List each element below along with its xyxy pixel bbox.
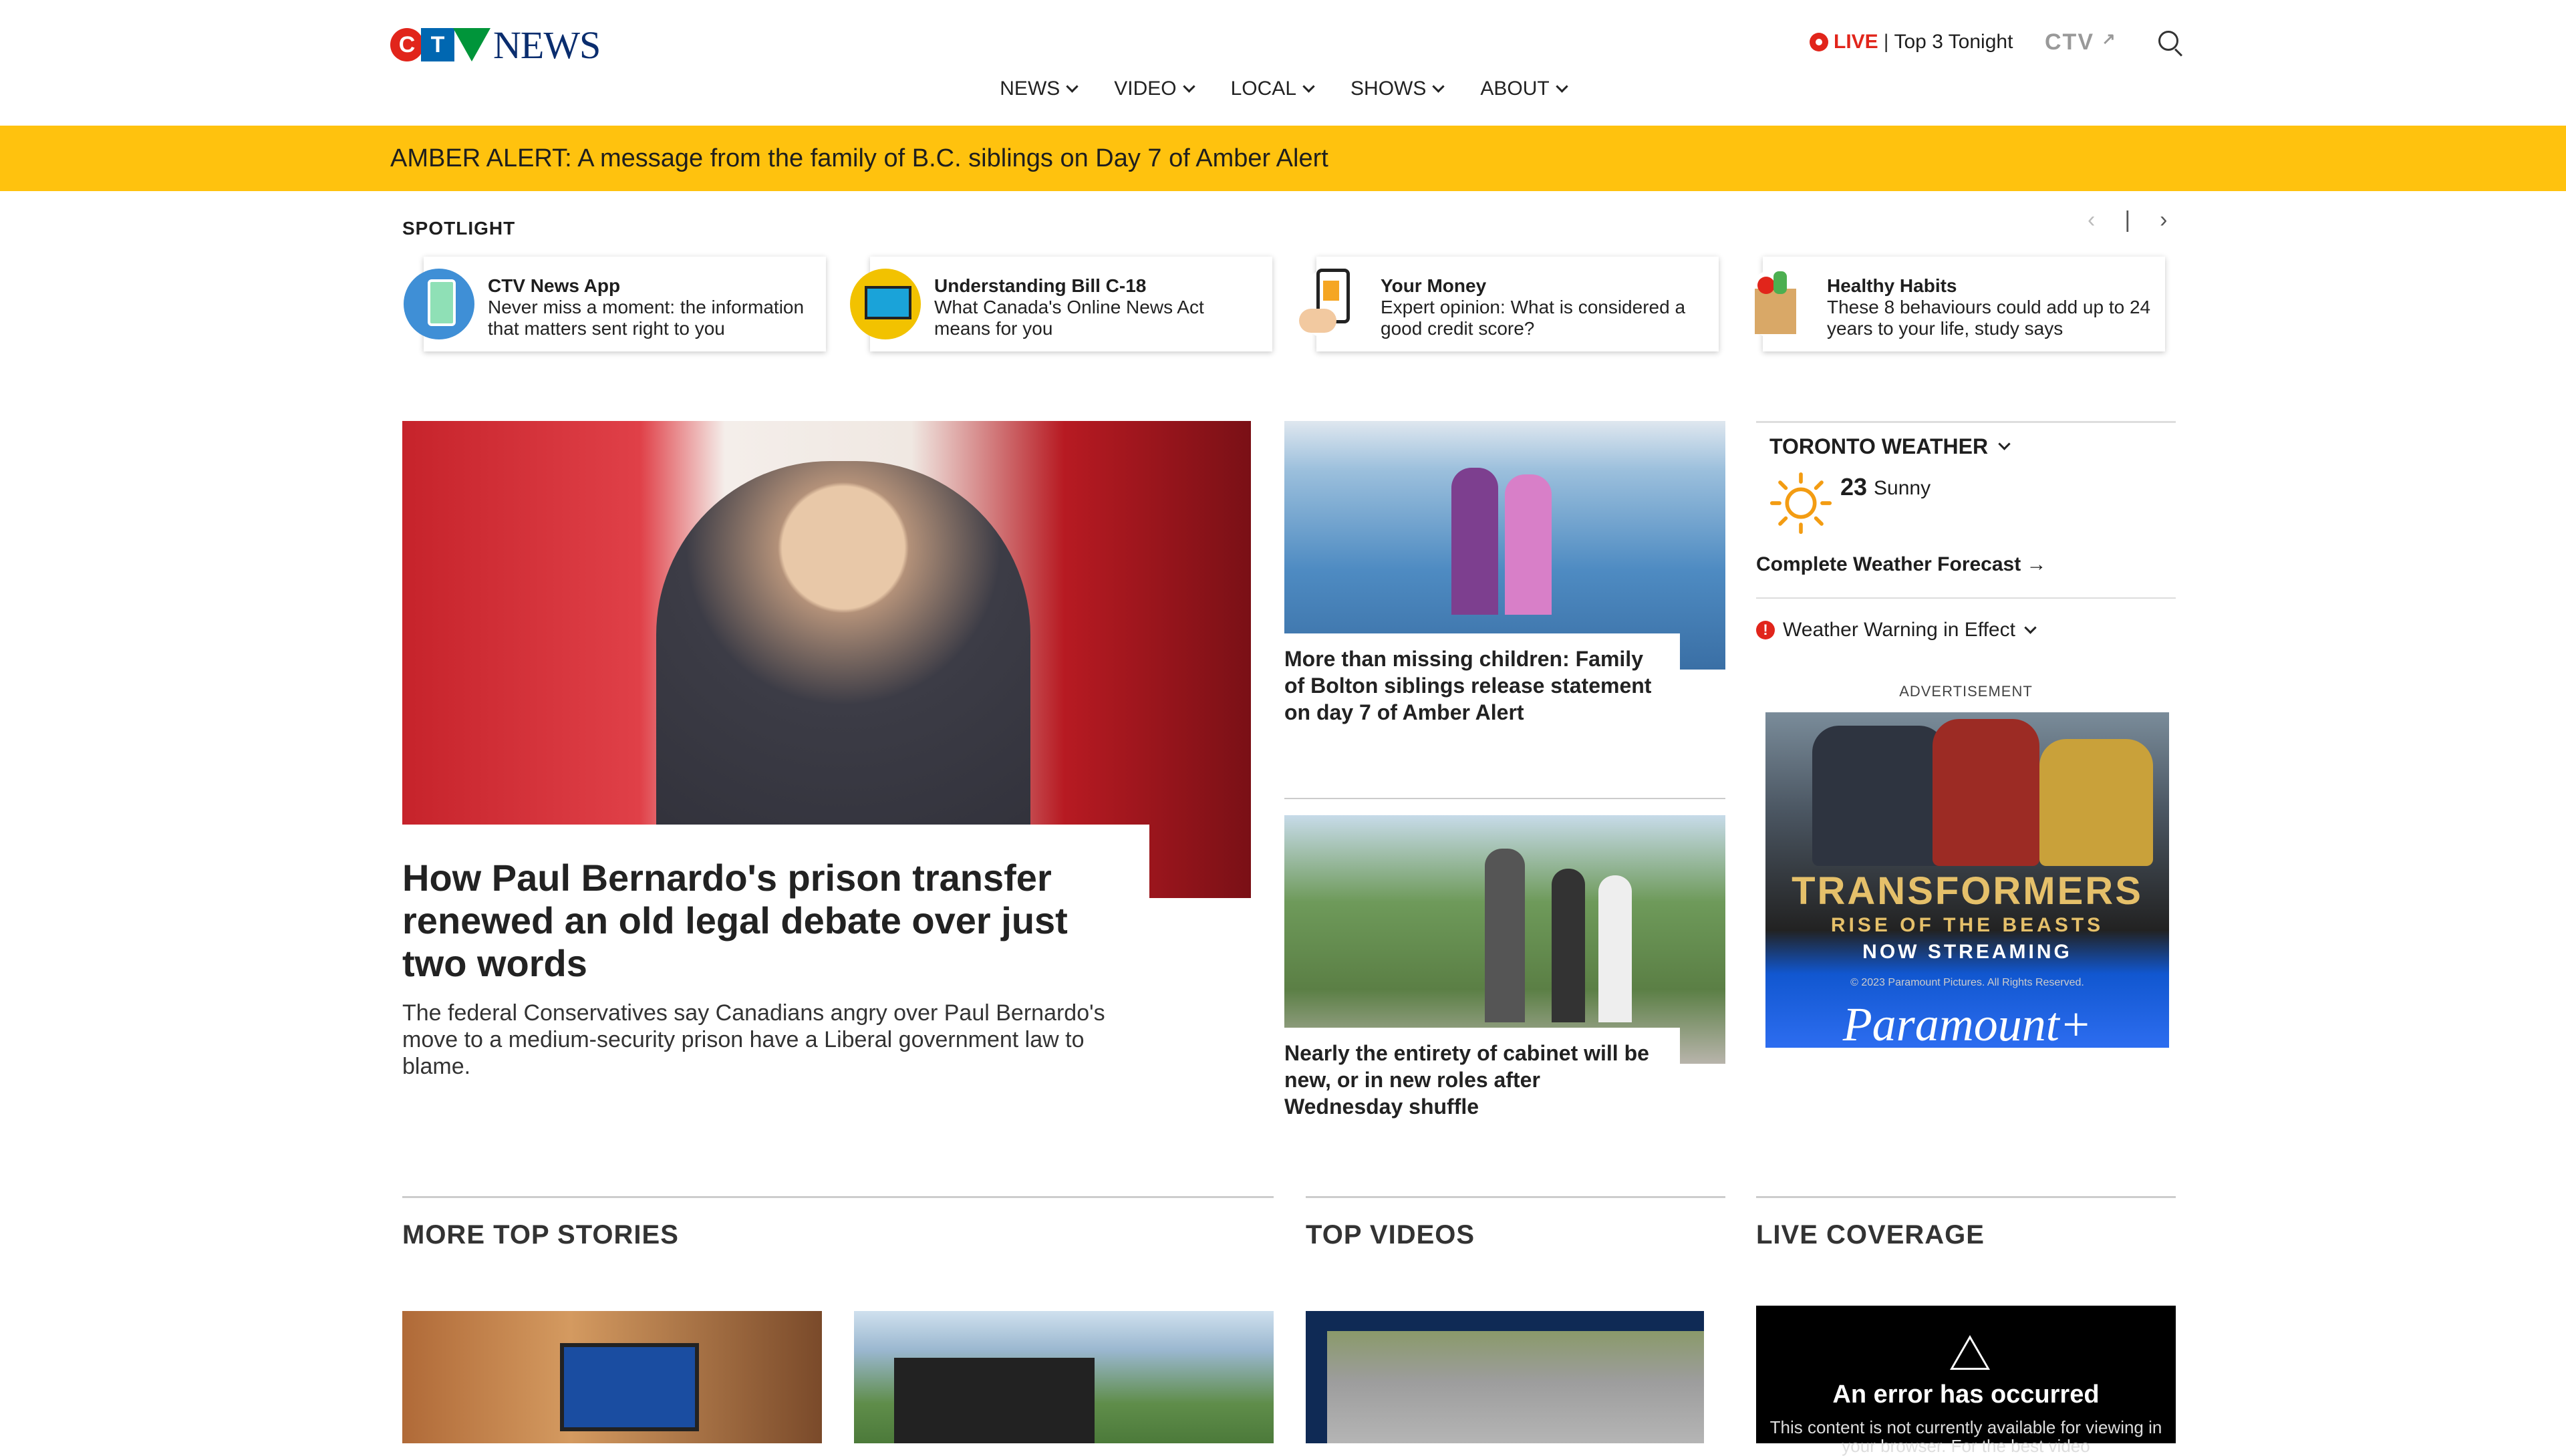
- nav-about-label: ABOUT: [1480, 78, 1550, 100]
- ad-streaming-text: NOW STREAMING: [1862, 941, 2072, 963]
- logo-v: [453, 28, 490, 61]
- nav-about[interactable]: ABOUT: [1480, 78, 1568, 100]
- phone-app-icon: [404, 269, 474, 339]
- carousel-separator: |: [2124, 207, 2131, 233]
- alert-icon: !: [1756, 621, 1775, 639]
- chevron-down-icon: [1066, 80, 1079, 93]
- chevron-down-icon: [1556, 80, 1568, 93]
- nav-news[interactable]: NEWS: [1000, 78, 1079, 100]
- video-thumbnail[interactable]: [1306, 1311, 1704, 1443]
- amber-alert-text: AMBER ALERT: A message from the family o…: [390, 144, 1328, 172]
- top-videos-heading: TOP VIDEOS: [1306, 1220, 1475, 1250]
- live-coverage-heading: LIVE COVERAGE: [1756, 1220, 1985, 1250]
- side-story-image[interactable]: [1284, 421, 1725, 670]
- live-label: LIVE: [1834, 31, 1878, 53]
- ad-fine-print: © 2023 Paramount Pictures. All Rights Re…: [1850, 977, 2084, 988]
- ctv-link-text: CTV: [2045, 29, 2094, 55]
- ad-robot-figure: [2039, 739, 2153, 866]
- story-thumbnail[interactable]: [402, 1311, 822, 1443]
- divider: [1756, 1196, 2176, 1198]
- chevron-down-icon: [2024, 621, 2037, 634]
- spotlight-card-title: CTV News App: [488, 275, 621, 296]
- main-story-description: The federal Conservatives say Canadians …: [402, 1000, 1105, 1079]
- spotlight-card-title: Your Money: [1381, 275, 1487, 296]
- divider: [1306, 1196, 1725, 1198]
- nav-local-label: LOCAL: [1230, 78, 1297, 100]
- group-photo-graphic: [894, 1358, 1095, 1443]
- ctv-news-logo[interactable]: C T NEWS: [390, 23, 601, 67]
- ctv-external-link[interactable]: CTV ↗: [2045, 29, 2117, 55]
- weather-title: TORONTO WEATHER: [1769, 434, 1989, 458]
- ad-brand-logo: Paramount+: [1842, 998, 2092, 1048]
- logo-c: C: [390, 28, 424, 61]
- spotlight-card[interactable]: Healthy Habits These 8 behaviours could …: [1743, 257, 2165, 351]
- ad-robot-figure: [1933, 719, 2039, 866]
- spotlight-card-desc: Expert opinion: What is considered a goo…: [1381, 297, 1686, 339]
- weather-forecast-link[interactable]: Complete Weather Forecast →: [1756, 553, 2047, 576]
- search-icon[interactable]: [2158, 31, 2178, 51]
- side-story-title[interactable]: More than missing children: Family of Bo…: [1284, 645, 1659, 726]
- divider: [1756, 421, 2176, 423]
- weather-temperature: 23: [1840, 473, 1868, 500]
- spotlight-card-desc: These 8 behaviours could add up to 24 ye…: [1827, 297, 2151, 339]
- spotlight-card[interactable]: CTV News App Never miss a moment: the in…: [404, 257, 826, 351]
- divider: [1284, 798, 1725, 799]
- live-video-player-error[interactable]: An error has occurred This content is no…: [1756, 1306, 2176, 1455]
- ad-robot-figure: [1812, 726, 1946, 866]
- spotlight-carousel-controls: ‹ | ›: [2088, 207, 2168, 233]
- spotlight-card-desc: What Canada's Online News Act means for …: [934, 297, 1204, 339]
- grocery-bag-icon: [1743, 269, 1814, 339]
- nav-shows-label: SHOWS: [1350, 78, 1427, 100]
- sun-icon: [1769, 472, 1832, 535]
- logo-t: T: [421, 28, 454, 61]
- nav-local[interactable]: LOCAL: [1230, 78, 1315, 100]
- chevron-down-icon: [1182, 80, 1195, 93]
- amber-alert-banner[interactable]: AMBER ALERT: A message from the family o…: [0, 126, 2566, 191]
- main-story-title[interactable]: How Paul Bernardo's prison transfer rene…: [402, 857, 1131, 985]
- side-story-title[interactable]: Nearly the entirety of cabinet will be n…: [1284, 1040, 1659, 1120]
- carousel-next-icon[interactable]: ›: [2160, 207, 2167, 233]
- chevron-down-icon: [1998, 438, 2011, 450]
- story-thumbnail[interactable]: [854, 1311, 1274, 1443]
- weather-warning-toggle[interactable]: ! Weather Warning in Effect: [1756, 619, 2037, 641]
- weather-location-dropdown[interactable]: TORONTO WEATHER: [1769, 434, 2011, 459]
- phone-hand-icon: [1296, 269, 1367, 339]
- live-link[interactable]: LIVE | Top 3 Tonight: [1810, 31, 2013, 53]
- more-top-stories-heading: MORE TOP STORIES: [402, 1220, 679, 1250]
- live-show-title: Top 3 Tonight: [1894, 31, 2013, 53]
- weather-condition: Sunny: [1874, 477, 1931, 499]
- side-story-image[interactable]: [1284, 815, 1725, 1064]
- monitor-icon: [850, 269, 921, 339]
- nav-shows[interactable]: SHOWS: [1350, 78, 1445, 100]
- nav-news-label: NEWS: [1000, 78, 1060, 100]
- error-message: This content is not currently available …: [1769, 1417, 2162, 1456]
- spotlight-card[interactable]: Your Money Expert opinion: What is consi…: [1296, 257, 1719, 351]
- divider: [1756, 597, 2176, 599]
- video-still-graphic: [1327, 1331, 1704, 1443]
- tv-screen-graphic: [560, 1343, 699, 1431]
- carousel-prev-icon[interactable]: ‹: [2088, 207, 2095, 233]
- main-nav: NEWS VIDEO LOCAL SHOWS ABOUT: [0, 78, 2566, 100]
- spotlight-label: SPOTLIGHT: [402, 218, 516, 239]
- chevron-down-icon: [1432, 80, 1445, 93]
- nav-video-label: VIDEO: [1114, 78, 1177, 100]
- spotlight-card-title: Understanding Bill C-18: [934, 275, 1147, 296]
- external-link-icon: ↗: [2102, 30, 2117, 48]
- advertisement-banner[interactable]: TRANSFORMERS RISE OF THE BEASTS NOW STRE…: [1765, 712, 2169, 1048]
- error-title: An error has occurred: [1832, 1380, 2100, 1409]
- live-record-icon: [1810, 33, 1828, 51]
- advertisement-label: ADVERTISEMENT: [1899, 683, 2033, 700]
- chevron-down-icon: [1302, 80, 1315, 93]
- spotlight-card[interactable]: Understanding Bill C-18 What Canada's On…: [850, 257, 1272, 351]
- live-separator: |: [1883, 31, 1889, 53]
- warning-icon: [1950, 1335, 1990, 1370]
- ad-title: TRANSFORMERS: [1792, 869, 2143, 913]
- spotlight-card-title: Healthy Habits: [1827, 275, 1957, 296]
- nav-video[interactable]: VIDEO: [1114, 78, 1195, 100]
- weather-warning-text: Weather Warning in Effect: [1783, 619, 2015, 641]
- spotlight-card-desc: Never miss a moment: the information tha…: [488, 297, 805, 339]
- logo-news-text: NEWS: [493, 23, 601, 67]
- ad-subtitle: RISE OF THE BEASTS: [1830, 914, 2104, 936]
- divider: [402, 1196, 1274, 1198]
